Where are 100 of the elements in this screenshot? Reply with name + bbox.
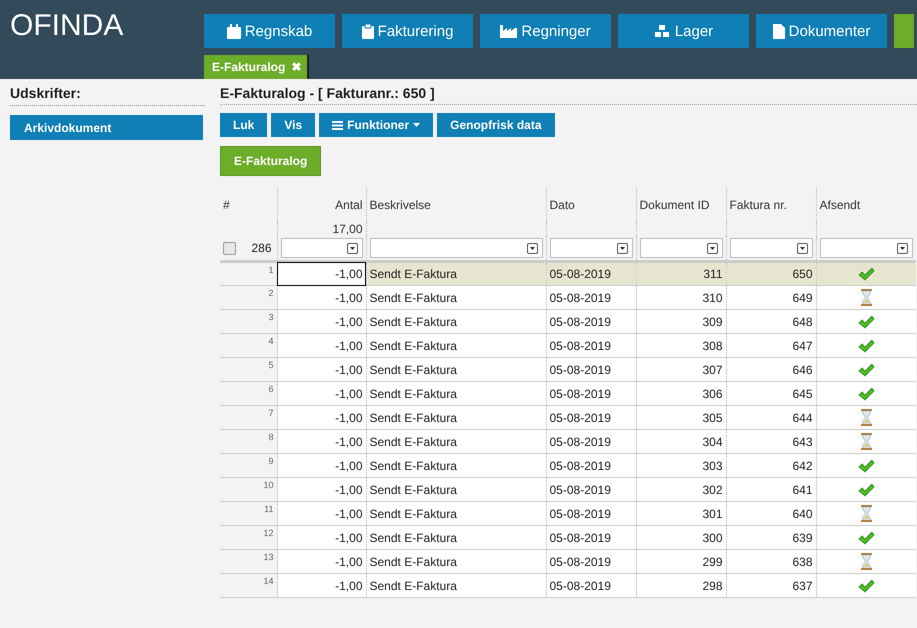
row-number: 7 bbox=[220, 406, 277, 430]
toolbar-button[interactable]: Vis bbox=[271, 113, 316, 137]
caret-icon bbox=[413, 123, 420, 127]
row-number: 9 bbox=[220, 454, 277, 478]
nav-button[interactable]: Dokumenter bbox=[756, 14, 887, 48]
table-cell: 646 bbox=[726, 358, 816, 382]
toolbar-button[interactable]: Luk bbox=[220, 113, 268, 137]
table-row[interactable]: 9 -1,00 Sendt E-Faktura 05-08-2019 303 642 bbox=[220, 454, 916, 478]
table-row[interactable]: 8 -1,00 Sendt E-Faktura 05-08-2019 304 643 bbox=[220, 430, 916, 454]
table-row[interactable]: 7 -1,00 Sendt E-Faktura 05-08-2019 305 644 bbox=[220, 406, 916, 430]
filter-field[interactable] bbox=[370, 238, 542, 258]
table-row[interactable]: 2 -1,00 Sendt E-Faktura 05-08-2019 310 649 bbox=[220, 286, 916, 310]
table-row[interactable]: 1 -1,00 Sendt E-Faktura 05-08-2019 311 650 bbox=[220, 262, 916, 286]
table-cell: -1,00 bbox=[277, 382, 366, 406]
table-cell: -1,00 bbox=[277, 406, 366, 430]
table-cell: 05-08-2019 bbox=[546, 478, 636, 502]
table-cell: -1,00 bbox=[277, 286, 366, 310]
column-header[interactable]: Dokument ID bbox=[636, 188, 726, 222]
table-cell: -1,00 bbox=[277, 478, 366, 502]
table-cell: 642 bbox=[726, 454, 816, 478]
filter-field[interactable] bbox=[280, 238, 362, 258]
nav-button[interactable]: Lager bbox=[618, 14, 749, 48]
table-cell: Sendt E-Faktura bbox=[366, 454, 546, 478]
table-cell: 640 bbox=[726, 502, 816, 526]
row-number: 8 bbox=[220, 430, 277, 454]
table-cell: -1,00 bbox=[277, 262, 366, 286]
logo: OFINDA bbox=[9, 8, 124, 44]
table-row[interactable]: 14 -1,00 Sendt E-Faktura 05-08-2019 298 637 bbox=[220, 574, 916, 598]
row-number: 5 bbox=[220, 358, 277, 382]
table-cell: -1,00 bbox=[277, 454, 366, 478]
filter-field[interactable] bbox=[550, 238, 632, 258]
dropdown-icon bbox=[616, 242, 628, 254]
toolbar-button[interactable]: Funktioner bbox=[319, 113, 434, 137]
table-row[interactable]: 13 -1,00 Sendt E-Faktura 05-08-2019 299 638 bbox=[220, 550, 916, 574]
table-cell: 303 bbox=[636, 454, 726, 478]
table-row[interactable]: 3 -1,00 Sendt E-Faktura 05-08-2019 309 648 bbox=[220, 310, 916, 334]
table-cell: -1,00 bbox=[277, 526, 366, 550]
row-number: 10 bbox=[220, 478, 277, 502]
table-cell: 647 bbox=[726, 334, 816, 358]
row-number: 1 bbox=[220, 262, 277, 286]
table-cell: 649 bbox=[726, 286, 816, 310]
table-cell: 298 bbox=[636, 574, 726, 598]
page-title: E-Fakturalog - [ Fakturanr.: 650 ] bbox=[220, 79, 917, 105]
table-cell: 310 bbox=[636, 286, 726, 310]
column-header[interactable]: Afsendt bbox=[816, 188, 916, 222]
filter-field[interactable] bbox=[730, 238, 812, 258]
row-number: 2 bbox=[220, 286, 277, 310]
table-cell: 644 bbox=[726, 406, 816, 430]
nav-button[interactable]: Regninger bbox=[480, 14, 611, 48]
table-cell: Sendt E-Faktura bbox=[366, 334, 546, 358]
table-cell: 304 bbox=[636, 430, 726, 454]
toolbar-button[interactable]: Genopfrisk data bbox=[437, 113, 554, 137]
table-row[interactable]: 4 -1,00 Sendt E-Faktura 05-08-2019 308 647 bbox=[220, 334, 916, 358]
table-cell: Sendt E-Faktura bbox=[366, 430, 546, 454]
column-header[interactable]: Antal bbox=[277, 188, 366, 222]
table-cell: 641 bbox=[726, 478, 816, 502]
table-cell: 308 bbox=[636, 334, 726, 358]
calendar-icon bbox=[226, 24, 241, 38]
table-cell: 309 bbox=[636, 310, 726, 334]
column-header[interactable]: Beskrivelse bbox=[366, 188, 546, 222]
table-cell: Sendt E-Faktura bbox=[366, 406, 546, 430]
table-cell: 300 bbox=[636, 526, 726, 550]
nav-button[interactable]: Fakturering bbox=[342, 14, 473, 48]
table-cell: 05-08-2019 bbox=[546, 358, 636, 382]
table-cell: 05-08-2019 bbox=[546, 406, 636, 430]
row-number: 6 bbox=[220, 382, 277, 406]
filter-field[interactable] bbox=[820, 238, 913, 258]
table-cell: 05-08-2019 bbox=[546, 574, 636, 598]
table-row[interactable]: 12 -1,00 Sendt E-Faktura 05-08-2019 300 639 bbox=[220, 526, 916, 550]
table-cell: Sendt E-Faktura bbox=[366, 358, 546, 382]
sidebar-item[interactable]: Arkivdokument bbox=[10, 115, 203, 140]
table-cell: 311 bbox=[636, 262, 726, 286]
file-icon bbox=[772, 24, 785, 38]
table-cell: -1,00 bbox=[277, 334, 366, 358]
dropdown-icon bbox=[706, 242, 718, 254]
table-cell: Sendt E-Faktura bbox=[366, 478, 546, 502]
table-cell: Sendt E-Faktura bbox=[366, 526, 546, 550]
dropdown-icon bbox=[796, 242, 808, 254]
checkbox[interactable] bbox=[223, 242, 236, 254]
clipboard-icon bbox=[362, 24, 374, 38]
table-cell: 05-08-2019 bbox=[546, 286, 636, 310]
table-cell: 05-08-2019 bbox=[546, 382, 636, 406]
table-cell: 307 bbox=[636, 358, 726, 382]
table-cell: -1,00 bbox=[277, 502, 366, 526]
cubes-icon bbox=[654, 24, 671, 38]
column-header[interactable]: Dato bbox=[546, 188, 636, 222]
row-number: 13 bbox=[220, 550, 277, 574]
column-header[interactable]: # bbox=[220, 188, 277, 222]
table-row[interactable]: 6 -1,00 Sendt E-Faktura 05-08-2019 306 645 bbox=[220, 382, 916, 406]
column-header[interactable]: Faktura nr. bbox=[726, 188, 816, 222]
row-number: 3 bbox=[220, 310, 277, 334]
table-cell: -1,00 bbox=[277, 310, 366, 334]
factory-icon bbox=[500, 24, 518, 38]
table-cell: 05-08-2019 bbox=[546, 526, 636, 550]
table-row[interactable]: 11 -1,00 Sendt E-Faktura 05-08-2019 301 640 bbox=[220, 502, 916, 526]
table-row[interactable]: 5 -1,00 Sendt E-Faktura 05-08-2019 307 646 bbox=[220, 358, 916, 382]
table-row[interactable]: 10 -1,00 Sendt E-Faktura 05-08-2019 302 641 bbox=[220, 478, 916, 502]
nav-button[interactable]: Regnskab bbox=[204, 14, 335, 48]
dropdown-icon bbox=[346, 242, 358, 254]
filter-field[interactable] bbox=[640, 238, 722, 258]
